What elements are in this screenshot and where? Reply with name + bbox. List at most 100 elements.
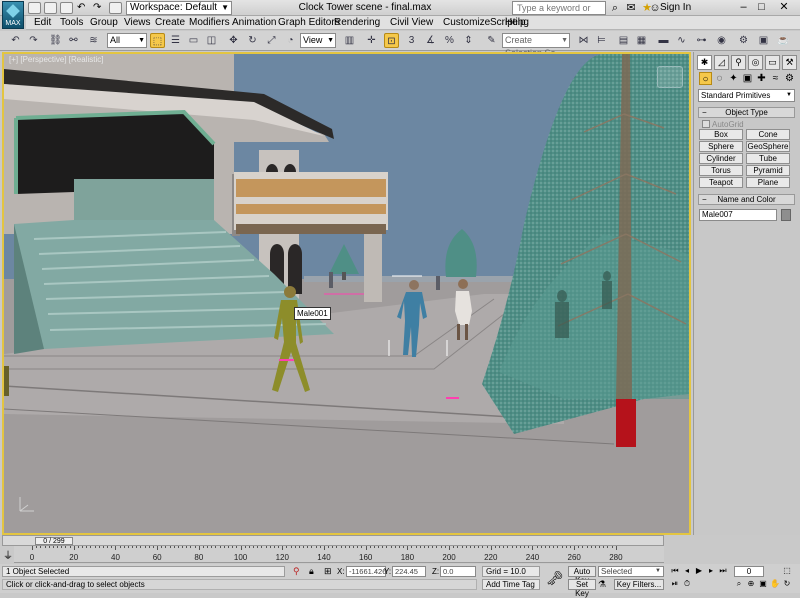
utilities-tab[interactable]: ⚒ (782, 55, 797, 70)
cylinder-button[interactable]: Cylinder (699, 153, 743, 164)
select-and-rotate-icon[interactable]: ↻ (245, 33, 260, 48)
object-name-input[interactable]: Male007 (699, 209, 777, 221)
close-icon[interactable]: ✕ (772, 1, 796, 14)
time-slider-handle[interactable]: 0 / 299 (35, 537, 73, 545)
x-coordinate-field[interactable]: -11661.426 (346, 566, 386, 577)
display-tab[interactable]: ▭ (765, 55, 780, 70)
cameras-icon[interactable]: ▣ (741, 72, 754, 85)
name-and-color-rollout[interactable]: Name and Color (698, 194, 795, 205)
set-key-button[interactable]: Set Key (568, 579, 596, 598)
pyramid-button[interactable]: Pyramid (746, 165, 790, 176)
key-icon[interactable]: 🗝︎ (544, 566, 566, 590)
pivot-center-icon[interactable]: ▥ (342, 33, 357, 48)
absolute-mode-icon[interactable]: ⊞ (324, 566, 334, 577)
menu-graph-editors[interactable]: Graph Editors (278, 16, 340, 30)
curve-editor-icon[interactable]: ∿ (674, 33, 689, 48)
sign-in-button[interactable]: Sign In (660, 1, 691, 15)
snaps-toggle-icon[interactable]: 3 (404, 33, 419, 48)
shapes-icon[interactable]: ◌ (713, 72, 726, 85)
open-mini-curve-editor-icon[interactable]: ⏚ (2, 547, 14, 562)
key-mode-toggle-icon[interactable]: ⏯ (670, 579, 680, 589)
next-frame-icon[interactable]: ▸ (706, 566, 716, 576)
geosphere-button[interactable]: GeoSphere (746, 141, 790, 152)
new-icon[interactable] (28, 2, 41, 14)
isolate-selection-icon[interactable]: ⚲ (293, 566, 303, 577)
y-coordinate-field[interactable]: 224.45 (392, 566, 426, 577)
render-setup-icon[interactable]: ⚙ (736, 33, 751, 48)
zoom-extents-icon[interactable]: ▣ (758, 579, 768, 589)
rendered-frame-window-icon[interactable]: ▣ (756, 33, 771, 48)
menu-help-item[interactable]: Help (505, 16, 526, 30)
link-icon[interactable]: ⛓ (48, 33, 63, 48)
add-time-tag[interactable]: Add Time Tag (482, 579, 540, 590)
key-mode-dropdown[interactable]: Selected ▼ (598, 566, 664, 577)
named-selection-dropdown[interactable]: Create Selection Se▼ (502, 33, 570, 58)
tube-button[interactable]: Tube (746, 153, 790, 164)
angle-snap-icon[interactable]: ∡ (423, 33, 438, 48)
perspective-viewport[interactable]: [+] [Perspective] [Realistic] Male001 (2, 52, 691, 535)
hierarchy-tab[interactable]: ⚲ (731, 55, 746, 70)
toggle-layer-explorer-icon[interactable]: ▦ (634, 33, 649, 48)
lights-icon[interactable]: ✦ (727, 72, 740, 85)
menu-animation[interactable]: Animation (232, 16, 276, 30)
rectangular-selection-icon[interactable]: ▭ (186, 33, 201, 48)
project-folder-icon[interactable] (109, 2, 122, 14)
percent-snap-icon[interactable]: % (442, 33, 457, 48)
menu-views[interactable]: Views (124, 16, 151, 30)
object-color-swatch[interactable] (781, 209, 791, 221)
object-type-rollout[interactable]: Object Type (698, 107, 795, 118)
go-to-end-icon[interactable]: ⏭ (718, 566, 728, 576)
render-production-icon[interactable]: ☕ (776, 33, 791, 48)
unlink-icon[interactable]: ⚯ (66, 33, 81, 48)
auto-key-button[interactable]: Auto Key (568, 566, 596, 585)
minimize-icon[interactable]: – (736, 1, 751, 14)
subscription-icon[interactable]: ✉ (624, 1, 638, 15)
motion-tab[interactable]: ◎ (748, 55, 763, 70)
spinner-snap-icon[interactable]: ⇕ (461, 33, 476, 48)
maximize-icon[interactable]: □ (754, 1, 769, 14)
save-icon[interactable] (60, 2, 73, 14)
menu-rendering[interactable]: Rendering (334, 16, 380, 30)
search-icon[interactable]: ⌕ (608, 1, 622, 15)
z-coordinate-field[interactable]: 0.0 (440, 566, 476, 577)
select-manipulate-icon[interactable]: ✛ (364, 33, 379, 48)
window-crossing-icon[interactable]: ◫ (204, 33, 219, 48)
helpers-icon[interactable]: ✚ (755, 72, 768, 85)
primitive-type-dropdown[interactable]: Standard Primitives ▼ (698, 89, 795, 102)
application-menu-button[interactable]: MAX (2, 1, 24, 29)
cone-button[interactable]: Cone (746, 129, 790, 140)
edit-named-selection-icon[interactable]: ✎ (484, 33, 499, 48)
box-button[interactable]: Box (699, 129, 743, 140)
selection-filter-dropdown[interactable]: All ▼ (107, 33, 147, 48)
reference-coordinate-dropdown[interactable]: View ▼ (300, 33, 336, 48)
keyword-search-input[interactable]: Type a keyword or phrase (512, 1, 606, 25)
time-slider[interactable]: 0 / 299 (2, 535, 664, 546)
teapot-button[interactable]: Teapot (699, 177, 743, 188)
redo-scene-icon[interactable]: ↷ (26, 33, 41, 48)
schematic-view-icon[interactable]: ⊶ (694, 33, 709, 48)
zoom-icon[interactable]: ⌕ (734, 579, 744, 589)
time-configuration-icon[interactable]: ⏱ (682, 579, 692, 589)
orbit-icon[interactable]: ↻ (782, 579, 792, 589)
redo-icon[interactable]: ↷ (93, 2, 106, 14)
undo-scene-icon[interactable]: ↶ (8, 33, 23, 48)
spacewarps-icon[interactable]: ≈ (769, 72, 782, 85)
sphere-button[interactable]: Sphere (699, 141, 743, 152)
bind-space-warp-icon[interactable]: ≋ (86, 33, 101, 48)
systems-icon[interactable]: ⚙ (783, 72, 796, 85)
previous-frame-icon[interactable]: ◂ (682, 566, 692, 576)
plane-button[interactable]: Plane (746, 177, 790, 188)
menu-customize[interactable]: Customize (443, 16, 490, 30)
menu-edit[interactable]: Edit (34, 16, 51, 30)
toggle-ribbon-icon[interactable]: ▬ (656, 33, 671, 48)
select-and-scale-icon[interactable]: ⤢ (264, 33, 279, 48)
menu-civil-view[interactable]: Civil View (390, 16, 433, 30)
geometry-icon[interactable]: ○ (699, 72, 712, 85)
select-by-name-icon[interactable]: ☰ (168, 33, 183, 48)
maximize-viewport-icon[interactable]: ⬚ (782, 566, 792, 576)
selection-lock-icon[interactable]: 🔒︎ (309, 566, 319, 577)
pan-view-icon[interactable]: ✋ (770, 579, 780, 589)
keyboard-shortcut-override-icon[interactable]: ⊡ (384, 33, 399, 48)
select-object-icon[interactable]: ⬚ (150, 33, 165, 48)
track-bar[interactable]: 0 20 40 60 80 100 120 140 160 180 200 220 240 260 280 (14, 546, 664, 563)
